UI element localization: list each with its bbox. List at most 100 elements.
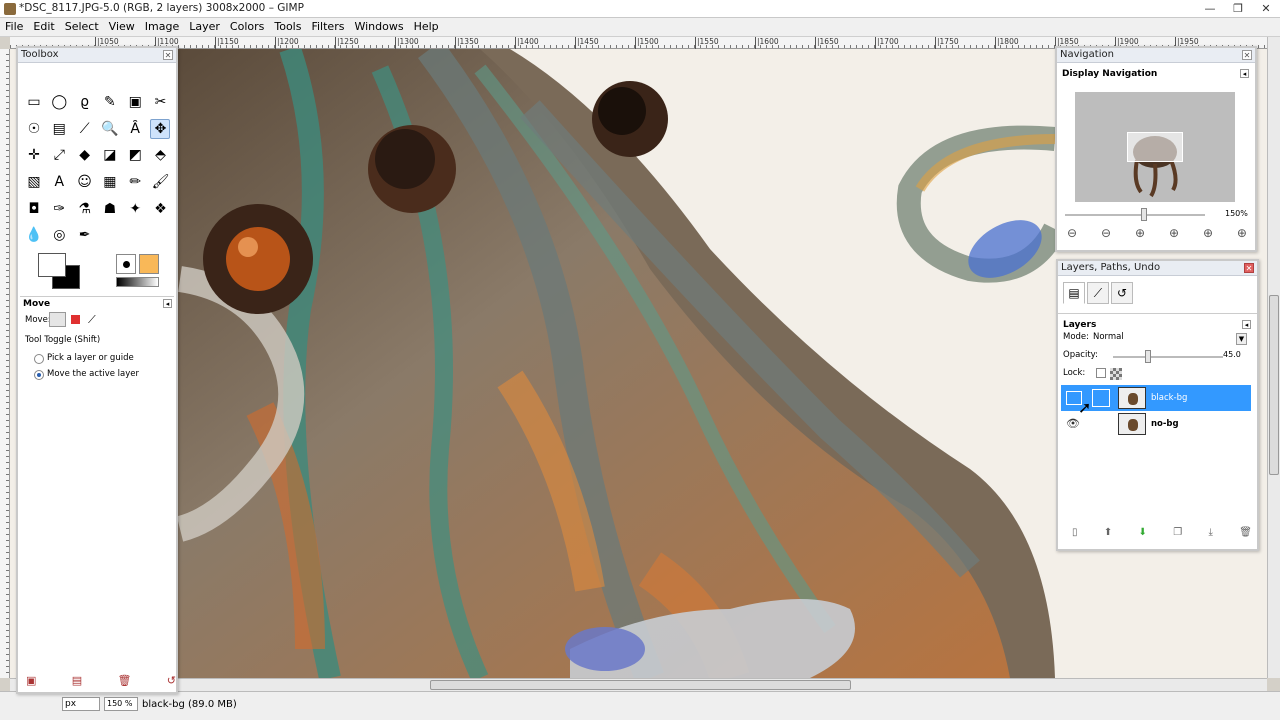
- menu-file[interactable]: File: [5, 18, 23, 36]
- fuzzy-select-tool-icon[interactable]: ✎: [100, 92, 120, 112]
- text-tool-icon[interactable]: A: [49, 172, 69, 192]
- menu-colors[interactable]: Colors: [230, 18, 264, 36]
- configure-icon[interactable]: ◂: [1240, 69, 1249, 78]
- delete-options-icon[interactable]: 🗑: [117, 674, 131, 687]
- vertical-scrollbar[interactable]: [1267, 37, 1280, 678]
- clone-tool-icon[interactable]: ☗: [100, 199, 120, 219]
- restore-options-icon[interactable]: ▤: [72, 674, 82, 687]
- scale-tool-icon[interactable]: ◪: [100, 145, 120, 165]
- lower-layer-icon[interactable]: ⬇: [1139, 527, 1147, 538]
- layers-tab-icon[interactable]: ▤: [1063, 282, 1085, 304]
- rect-select-tool-icon[interactable]: ▭: [24, 92, 44, 112]
- unit-selector[interactable]: px: [62, 697, 100, 711]
- perspective-tool-icon[interactable]: ⬘: [150, 145, 170, 165]
- configure-icon[interactable]: ◂: [1242, 320, 1251, 329]
- pattern-preview[interactable]: [139, 254, 159, 274]
- close-button[interactable]: ✕: [1252, 0, 1280, 18]
- opacity-value[interactable]: 45.0: [1223, 350, 1241, 359]
- reset-options-icon[interactable]: ↺: [167, 674, 176, 687]
- smudge-tool-icon[interactable]: ✒: [75, 225, 95, 245]
- close-icon[interactable]: ✕: [163, 50, 173, 60]
- zoom-fit-icon[interactable]: ⊕: [1203, 226, 1213, 240]
- lock-alpha-icon[interactable]: [1110, 368, 1122, 380]
- move-layer-button[interactable]: [49, 312, 66, 327]
- menu-layer[interactable]: Layer: [189, 18, 220, 36]
- chain-toggle[interactable]: [1092, 415, 1110, 433]
- paintbrush-tool-icon[interactable]: 🖌: [150, 172, 170, 192]
- move-tool-icon[interactable]: ✥: [150, 118, 171, 139]
- save-options-icon[interactable]: ▣: [26, 674, 36, 687]
- crop-tool-icon[interactable]: ⤢: [49, 145, 69, 165]
- zoom-out-icon[interactable]: ⊖: [1067, 226, 1077, 240]
- vertical-scroll-thumb[interactable]: [1269, 295, 1279, 475]
- gradient-preview[interactable]: [116, 277, 159, 287]
- horizontal-scroll-thumb[interactable]: [430, 680, 851, 690]
- navigation-view-rectangle[interactable]: [1127, 132, 1183, 162]
- flip-tool-icon[interactable]: ▧: [24, 172, 44, 192]
- paths-tab-icon[interactable]: ⟋: [1087, 282, 1109, 304]
- menu-filters[interactable]: Filters: [311, 18, 344, 36]
- vertical-ruler[interactable]: [0, 49, 10, 678]
- zoom-slider-thumb[interactable]: [1141, 208, 1147, 221]
- cage-tool-icon[interactable]: ☺: [75, 172, 95, 192]
- anchor-layer-icon[interactable]: ⤓: [1209, 527, 1213, 538]
- configure-icon[interactable]: ◂: [163, 299, 172, 308]
- menu-edit[interactable]: Edit: [33, 18, 54, 36]
- brush-preview[interactable]: [116, 254, 136, 274]
- zoom-selector[interactable]: 150 %: [104, 697, 138, 711]
- move-path-button[interactable]: ⟋: [88, 313, 96, 327]
- undo-tab-icon[interactable]: ↺: [1111, 282, 1133, 304]
- zoom-out-more-icon[interactable]: ⊖: [1101, 226, 1111, 240]
- menu-tools[interactable]: Tools: [274, 18, 301, 36]
- layer-name[interactable]: black-bg: [1151, 393, 1187, 403]
- lock-pixels-checkbox[interactable]: [1096, 368, 1106, 378]
- pick-layer-radio[interactable]: Pick a layer or guide: [20, 351, 174, 367]
- shear-tool-icon[interactable]: ◩: [125, 145, 145, 165]
- fg-bg-colors[interactable]: [38, 253, 82, 289]
- menu-help[interactable]: Help: [414, 18, 439, 36]
- ink-tool-icon[interactable]: ⚗: [75, 199, 95, 219]
- move-selection-button[interactable]: [71, 315, 80, 324]
- scissors-tool-icon[interactable]: ✂: [150, 92, 170, 112]
- ellipse-select-tool-icon[interactable]: ◯: [49, 92, 69, 112]
- duplicate-layer-icon[interactable]: ❐: [1173, 527, 1182, 538]
- mode-select[interactable]: Normal ▼: [1093, 332, 1247, 346]
- color-select-tool-icon[interactable]: ▣: [125, 92, 145, 112]
- zoom-1-1-icon[interactable]: ⊕: [1169, 226, 1179, 240]
- chevron-down-icon[interactable]: ▼: [1236, 333, 1247, 345]
- menu-view[interactable]: View: [109, 18, 135, 36]
- menu-windows[interactable]: Windows: [354, 18, 403, 36]
- close-icon[interactable]: ✕: [1242, 50, 1252, 60]
- close-icon[interactable]: ✕: [1244, 263, 1254, 273]
- horizontal-scrollbar[interactable]: [10, 678, 1267, 691]
- pencil-tool-icon[interactable]: ✏: [125, 172, 145, 192]
- rotate-tool-icon[interactable]: ◆: [75, 145, 95, 165]
- shrink-wrap-icon[interactable]: ⊕: [1237, 226, 1247, 240]
- layer-name[interactable]: no-bg: [1151, 419, 1179, 429]
- maximize-button[interactable]: ❐: [1224, 0, 1252, 18]
- paths-tool-icon[interactable]: ▤: [49, 119, 69, 139]
- zoom-tool-icon[interactable]: 🔍: [100, 119, 120, 139]
- zoom-in-icon[interactable]: ⊕: [1135, 226, 1145, 240]
- zoom-slider-track[interactable]: [1065, 214, 1205, 216]
- eye-icon[interactable]: 👁: [1066, 417, 1082, 431]
- eraser-tool-icon[interactable]: ◘: [24, 199, 44, 219]
- measure-tool-icon[interactable]: Ȃ: [125, 119, 145, 139]
- free-select-tool-icon[interactable]: ϱ: [75, 92, 95, 112]
- foreground-select-tool-icon[interactable]: ☉: [24, 119, 44, 139]
- navigation-preview[interactable]: [1075, 92, 1235, 202]
- opacity-slider-thumb[interactable]: [1145, 350, 1151, 363]
- align-tool-icon[interactable]: ✛: [24, 145, 44, 165]
- blend-tool-icon[interactable]: ▦: [100, 172, 120, 192]
- move-active-layer-radio[interactable]: Move the active layer: [20, 367, 174, 383]
- blur-tool-icon[interactable]: 💧: [24, 225, 44, 245]
- perspective-clone-tool-icon[interactable]: ❖: [150, 199, 170, 219]
- foreground-color-swatch[interactable]: [38, 253, 66, 277]
- airbrush-tool-icon[interactable]: ✑: [49, 199, 69, 219]
- dodge-burn-tool-icon[interactable]: ◎: [49, 225, 69, 245]
- menu-select[interactable]: Select: [65, 18, 99, 36]
- new-layer-icon[interactable]: ▯: [1072, 527, 1078, 538]
- opacity-slider-track[interactable]: [1113, 356, 1223, 358]
- menu-image[interactable]: Image: [145, 18, 179, 36]
- minimize-button[interactable]: —: [1196, 0, 1224, 18]
